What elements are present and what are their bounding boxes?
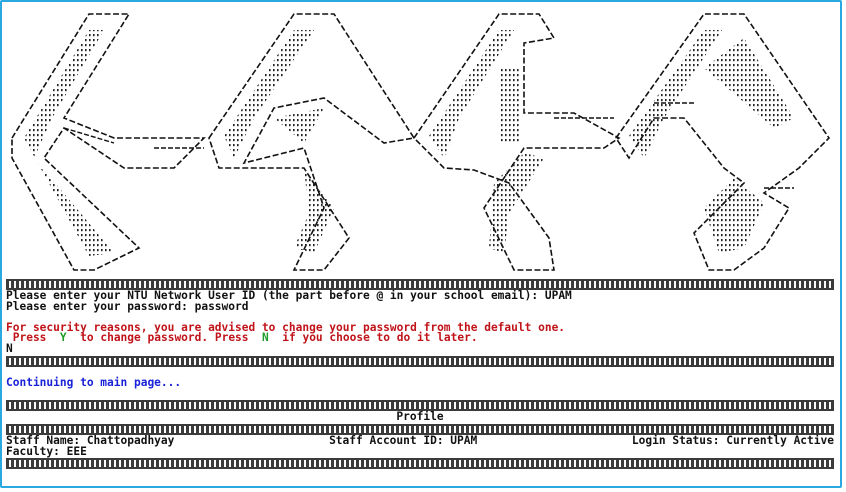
ntu-logo-art <box>11 13 831 271</box>
separator-rule <box>6 400 834 412</box>
key-y: Y <box>59 331 67 345</box>
choice-tail-text: if you choose to do it later. <box>275 331 478 345</box>
terminal-window: Please enter your NTU Network User ID (t… <box>0 0 842 488</box>
ascii-art-logo <box>4 8 836 276</box>
profile-heading: Profile <box>396 410 444 424</box>
separator-rule <box>6 423 834 435</box>
user-input-line: N <box>6 341 13 355</box>
terminal-output: Please enter your NTU Network User ID (t… <box>6 278 834 470</box>
password-label: Please enter your password: <box>6 299 195 313</box>
separator-rule <box>6 355 834 367</box>
staff-account-id: Staff Account ID: UPAM <box>329 433 478 447</box>
separator-rule <box>6 458 834 470</box>
login-status: Login Status: Currently Active <box>631 433 834 447</box>
password-value: password <box>194 299 249 313</box>
faculty: Faculty: EEE <box>6 444 87 458</box>
key-n: N <box>262 331 269 345</box>
user-id-value: UPAM <box>544 289 572 302</box>
choice-mid-text: to change password. Press <box>73 331 256 345</box>
separator-rule <box>6 279 834 290</box>
profile-row: Staff Name: Chattopadhyay Staff Account … <box>6 433 834 447</box>
continuing-message: Continuing to main page... <box>6 376 182 390</box>
password-prompt: Please enter your password: password <box>6 299 834 313</box>
press-label-1: Press <box>6 331 54 345</box>
password-choice-prompt: Press Y to change password. Press N if y… <box>6 331 834 345</box>
